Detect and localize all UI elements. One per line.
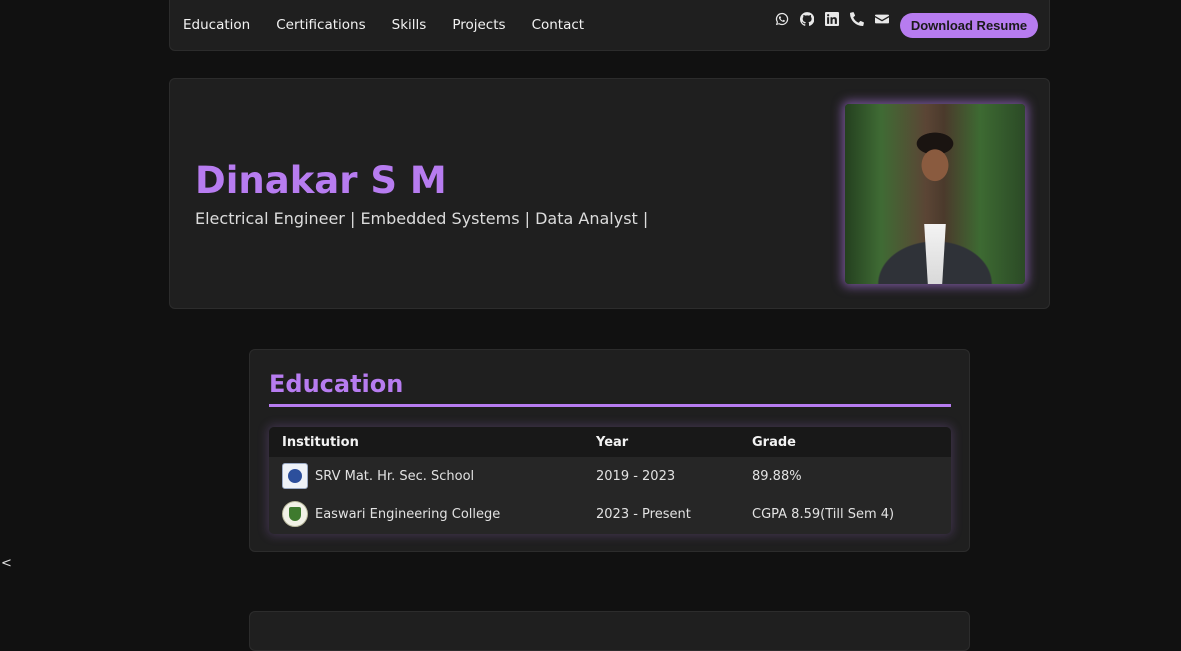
profile-name: Dinakar S M bbox=[195, 159, 447, 202]
section-title: Education bbox=[269, 370, 404, 398]
profile-subtitle: Electrical Engineer | Embedded Systems |… bbox=[195, 209, 649, 228]
header-grade: Grade bbox=[752, 434, 796, 450]
profile-photo bbox=[845, 104, 1025, 284]
education-section: Education Institution Year Grade SRV Mat… bbox=[249, 349, 970, 552]
grade-cell: 89.88% bbox=[752, 468, 802, 484]
header-institution: Institution bbox=[282, 434, 359, 450]
download-resume-button[interactable]: Download Resume bbox=[900, 13, 1038, 38]
back-arrow-button[interactable]: < bbox=[1, 556, 12, 571]
table-row: SRV Mat. Hr. Sec. School 2019 - 2023 89.… bbox=[269, 457, 951, 495]
year-cell: 2019 - 2023 bbox=[596, 468, 676, 484]
year-cell: 2023 - Present bbox=[596, 506, 691, 522]
whatsapp-icon[interactable] bbox=[774, 11, 790, 27]
social-icons bbox=[774, 11, 890, 27]
table-header-row: Institution Year Grade bbox=[269, 427, 951, 457]
institution-cell: SRV Mat. Hr. Sec. School bbox=[269, 457, 596, 495]
nav-links: Education Certifications Skills Projects… bbox=[183, 17, 610, 33]
nav-link-education[interactable]: Education bbox=[183, 17, 250, 33]
photo-detail bbox=[924, 224, 946, 284]
section-divider bbox=[269, 404, 951, 407]
header-year: Year bbox=[596, 434, 629, 450]
hero-card: Dinakar S M Electrical Engineer | Embedd… bbox=[169, 78, 1050, 309]
github-icon[interactable] bbox=[799, 11, 815, 27]
grade-cell: CGPA 8.59(Till Sem 4) bbox=[752, 506, 895, 522]
top-navbar: Education Certifications Skills Projects… bbox=[169, 0, 1050, 51]
nav-link-projects[interactable]: Projects bbox=[452, 17, 505, 33]
education-table: Institution Year Grade SRV Mat. Hr. Sec.… bbox=[269, 427, 951, 533]
education-table-wrapper: Institution Year Grade SRV Mat. Hr. Sec.… bbox=[269, 427, 951, 534]
mail-icon[interactable] bbox=[874, 11, 890, 27]
nav-link-certifications[interactable]: Certifications bbox=[276, 17, 365, 33]
school-logo-icon bbox=[282, 463, 308, 489]
nav-link-contact[interactable]: Contact bbox=[532, 17, 585, 33]
institution-cell: Easwari Engineering College bbox=[269, 495, 596, 533]
college-logo-icon bbox=[282, 501, 308, 527]
nav-link-skills[interactable]: Skills bbox=[392, 17, 427, 33]
institution-name: SRV Mat. Hr. Sec. School bbox=[315, 468, 475, 484]
next-section-card bbox=[249, 611, 970, 651]
linkedin-icon[interactable] bbox=[824, 11, 840, 27]
institution-name: Easwari Engineering College bbox=[315, 506, 501, 522]
phone-icon[interactable] bbox=[849, 11, 865, 27]
table-row: Easwari Engineering College 2023 - Prese… bbox=[269, 495, 951, 533]
